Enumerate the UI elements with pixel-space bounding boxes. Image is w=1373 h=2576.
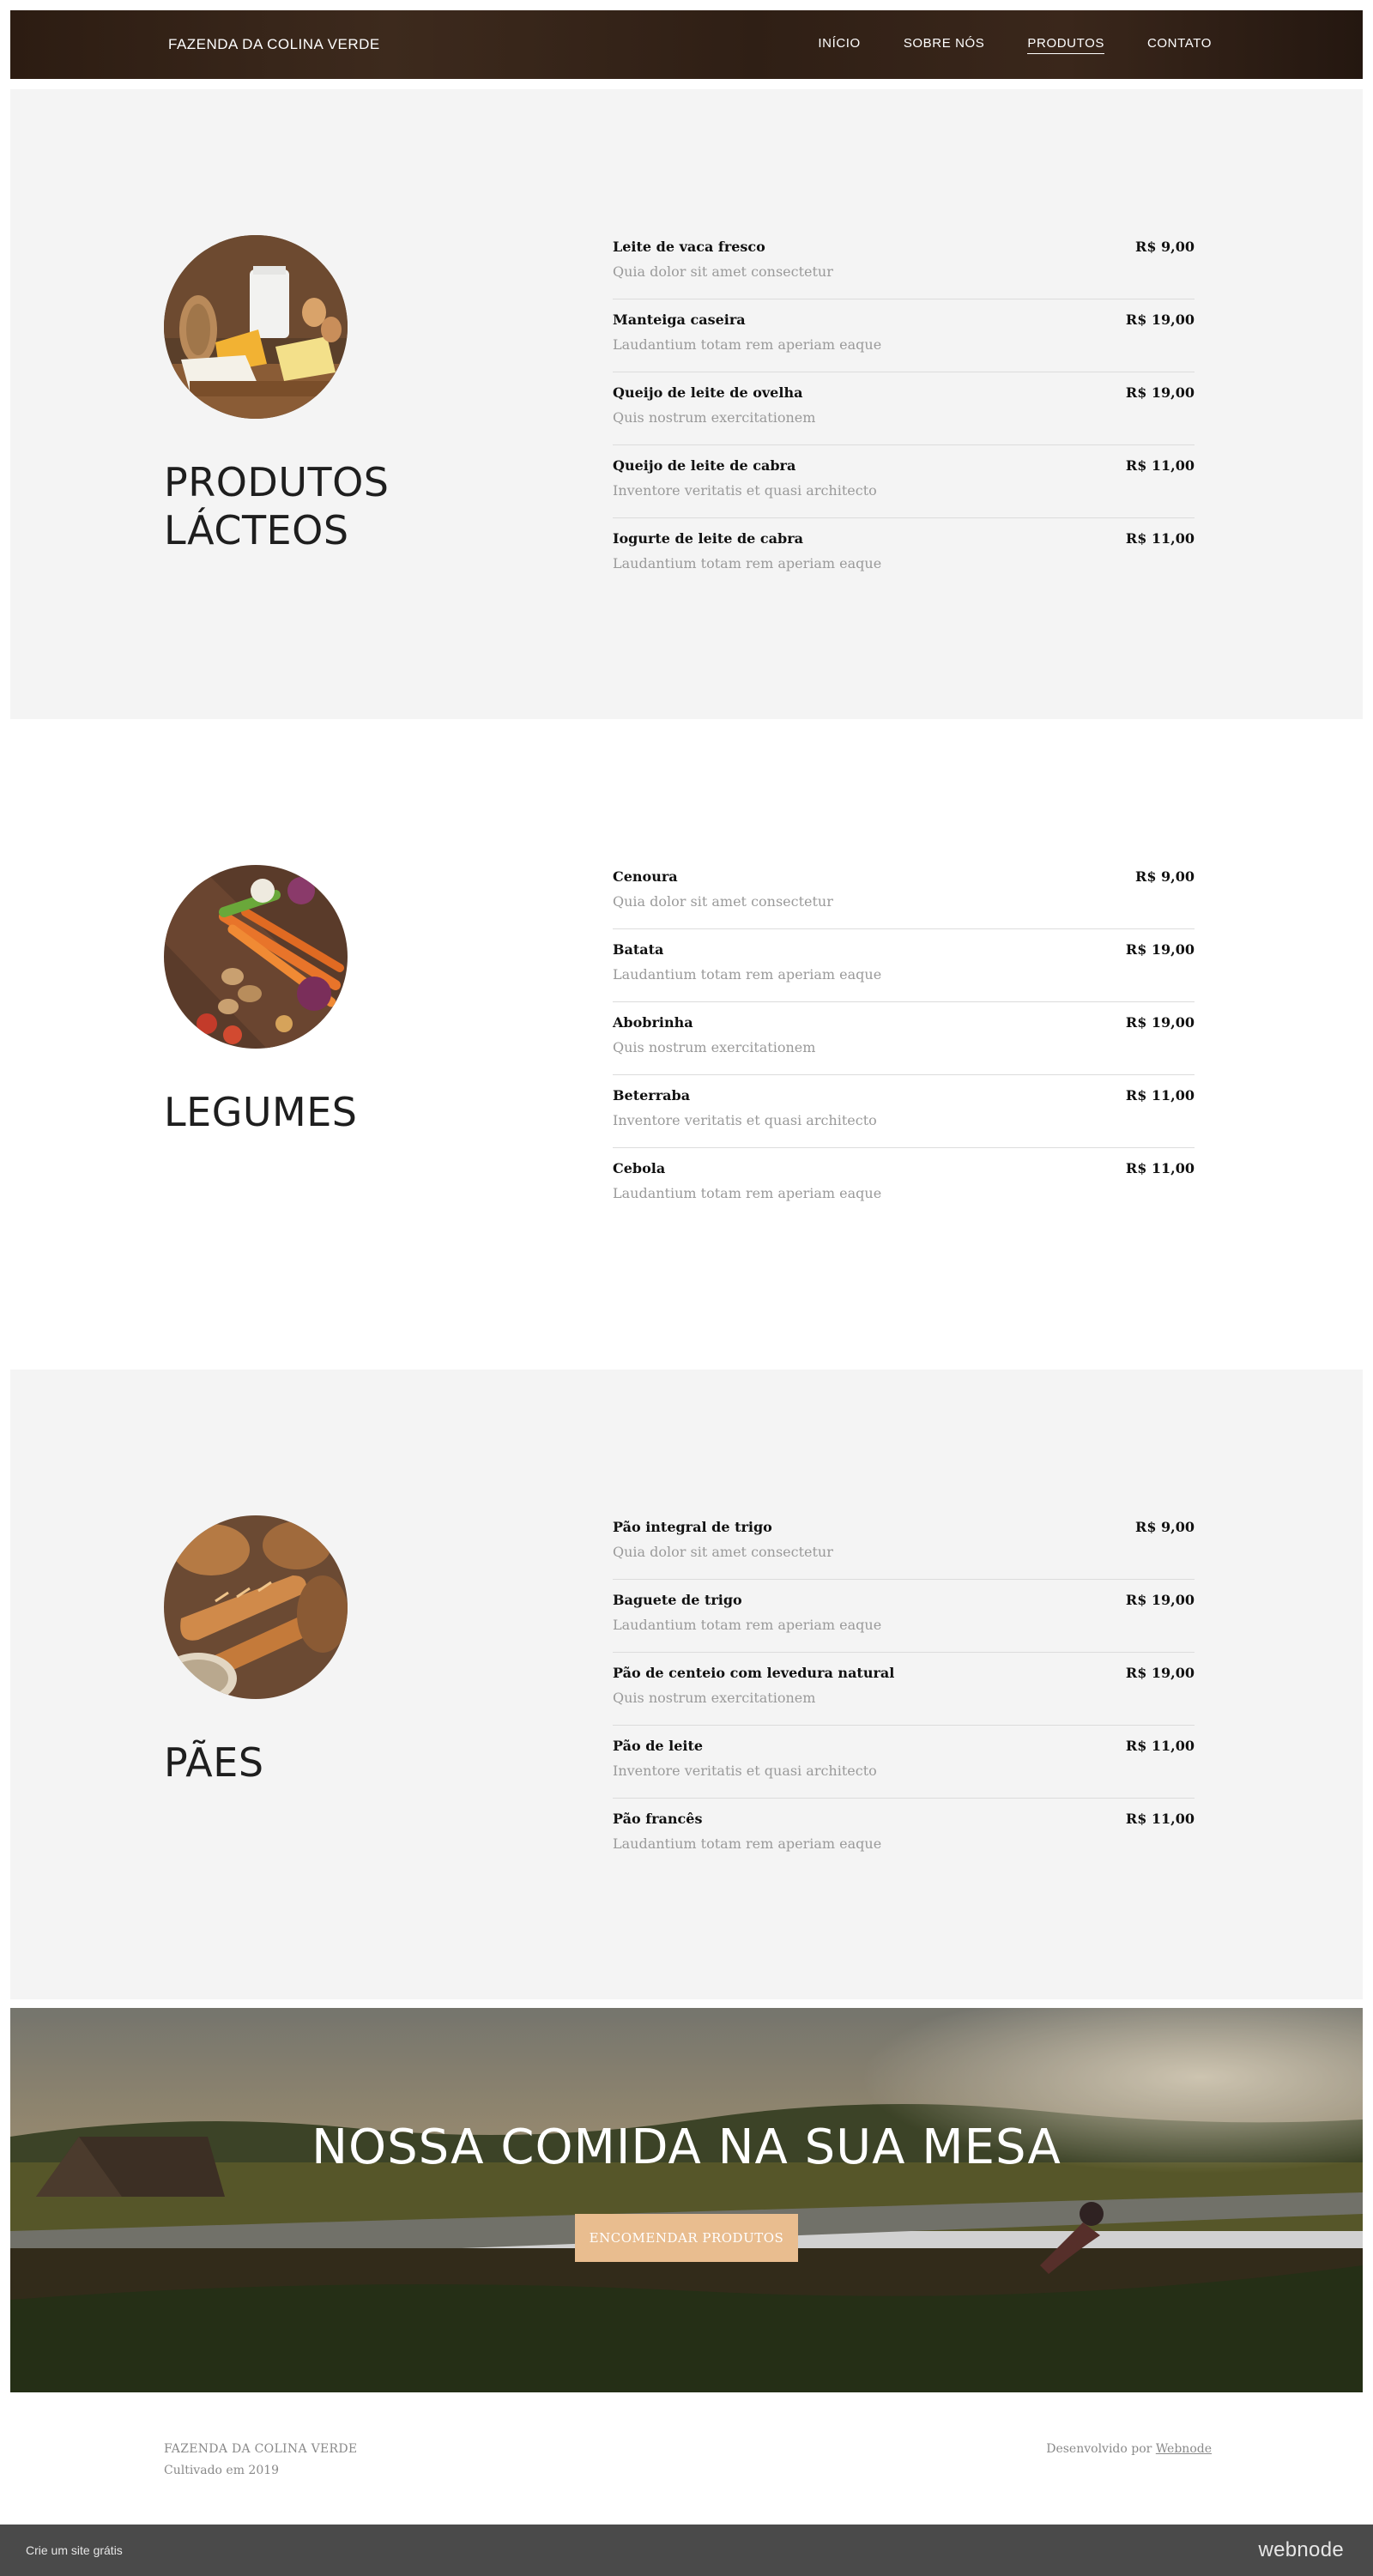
site-footer: FAZENDA DA COLINA VERDE Cultivado em 201… xyxy=(10,2392,1363,2525)
nav-item-contato[interactable]: CONTATO xyxy=(1147,36,1212,54)
item-description: Laudantium totam rem aperiam eaque xyxy=(613,555,882,571)
vegetables-image xyxy=(164,865,348,1049)
item-price: R$ 19,00 xyxy=(1125,311,1195,328)
list-item: Abobrinha R$ 19,00 Quis nostrum exercita… xyxy=(613,1002,1195,1075)
item-description: Quis nostrum exercitationem xyxy=(613,1690,816,1706)
item-name: Abobrinha xyxy=(613,1014,693,1031)
promo-bar: Crie um site grátis webnode xyxy=(0,2525,1373,2576)
order-products-button[interactable]: ENCOMENDAR PRODUTOS xyxy=(575,2214,798,2262)
dairy-image xyxy=(164,235,348,419)
item-name: Cebola xyxy=(613,1160,666,1176)
section-title: LEGUMES xyxy=(164,1089,358,1135)
item-price: R$ 11,00 xyxy=(1125,530,1195,547)
item-name: Baguete de trigo xyxy=(613,1592,742,1608)
item-price: R$ 9,00 xyxy=(1135,239,1195,255)
footer-brand: FAZENDA DA COLINA VERDE xyxy=(164,2442,358,2456)
farm-background-image xyxy=(10,2008,1363,2392)
item-price: R$ 19,00 xyxy=(1125,941,1195,958)
create-site-link[interactable]: Crie um site grátis xyxy=(26,2525,123,2576)
webnode-logo[interactable]: webnode xyxy=(1258,2525,1344,2576)
section-title: PÃES xyxy=(164,1739,264,1786)
item-price: R$ 19,00 xyxy=(1125,384,1195,401)
hero-banner: NOSSA COMIDA NA SUA MESA ENCOMENDAR PROD… xyxy=(10,2008,1363,2392)
webnode-link[interactable]: Webnode xyxy=(1156,2442,1212,2456)
item-price: R$ 11,00 xyxy=(1125,457,1195,474)
item-name: Manteiga caseira xyxy=(613,311,746,328)
section-dairy: PRODUTOS LÁCTEOS Leite de vaca fresco R$… xyxy=(10,89,1363,719)
main-nav: INÍCIO SOBRE NÓS PRODUTOS CONTATO xyxy=(818,10,1212,79)
item-description: Quia dolor sit amet consectetur xyxy=(613,1544,833,1560)
footer-credit: Desenvolvido por Webnode xyxy=(1046,2442,1212,2456)
item-price: R$ 19,00 xyxy=(1125,1665,1195,1681)
list-item: Beterraba R$ 11,00 Inventore veritatis e… xyxy=(613,1075,1195,1148)
list-item: Pão de centeio com levedura natural R$ 1… xyxy=(613,1653,1195,1726)
item-name: Pão de leite xyxy=(613,1738,704,1754)
product-list: Cenoura R$ 9,00 Quia dolor sit amet cons… xyxy=(613,856,1195,1220)
nav-item-sobre-nos[interactable]: SOBRE NÓS xyxy=(904,36,985,54)
list-item: Batata R$ 19,00 Laudantium totam rem ape… xyxy=(613,929,1195,1002)
footer-credit-text: Desenvolvido por xyxy=(1046,2442,1152,2456)
item-description: Quis nostrum exercitationem xyxy=(613,409,816,426)
product-list: Pão integral de trigo R$ 9,00 Quia dolor… xyxy=(613,1507,1195,1871)
item-name: Batata xyxy=(613,941,664,958)
item-name: Pão francês xyxy=(613,1811,703,1827)
list-item: Cebola R$ 11,00 Laudantium totam rem ape… xyxy=(613,1148,1195,1220)
list-item: Pão integral de trigo R$ 9,00 Quia dolor… xyxy=(613,1507,1195,1580)
list-item: Pão francês R$ 11,00 Laudantium totam re… xyxy=(613,1799,1195,1871)
nav-item-produtos[interactable]: PRODUTOS xyxy=(1027,36,1104,54)
item-description: Quia dolor sit amet consectetur xyxy=(613,893,833,910)
item-name: Beterraba xyxy=(613,1087,691,1104)
item-name: Pão integral de trigo xyxy=(613,1519,772,1535)
item-description: Quis nostrum exercitationem xyxy=(613,1039,816,1055)
list-item: Pão de leite R$ 11,00 Inventore veritati… xyxy=(613,1726,1195,1799)
item-price: R$ 9,00 xyxy=(1135,868,1195,885)
nav-item-inicio[interactable]: INÍCIO xyxy=(818,36,860,54)
item-description: Inventore veritatis et quasi architecto xyxy=(613,1763,877,1779)
banner-title: NOSSA COMIDA NA SUA MESA xyxy=(311,2119,1062,2175)
item-description: Quia dolor sit amet consectetur xyxy=(613,263,833,280)
item-price: R$ 11,00 xyxy=(1125,1087,1195,1104)
bread-image xyxy=(164,1515,348,1699)
item-name: Queijo de leite de ovelha xyxy=(613,384,803,401)
item-description: Inventore veritatis et quasi architecto xyxy=(613,1112,877,1128)
product-list: Leite de vaca fresco R$ 9,00 Quia dolor … xyxy=(613,227,1195,590)
item-description: Laudantium totam rem aperiam eaque xyxy=(613,336,882,353)
item-description: Laudantium totam rem aperiam eaque xyxy=(613,1835,882,1852)
site-brand[interactable]: FAZENDA DA COLINA VERDE xyxy=(168,10,380,79)
list-item: Iogurte de leite de cabra R$ 11,00 Lauda… xyxy=(613,518,1195,590)
item-price: R$ 19,00 xyxy=(1125,1592,1195,1608)
list-item: Baguete de trigo R$ 19,00 Laudantium tot… xyxy=(613,1580,1195,1653)
item-description: Laudantium totam rem aperiam eaque xyxy=(613,1185,882,1201)
item-description: Inventore veritatis et quasi architecto xyxy=(613,482,877,499)
list-item: Cenoura R$ 9,00 Quia dolor sit amet cons… xyxy=(613,856,1195,929)
item-price: R$ 19,00 xyxy=(1125,1014,1195,1031)
item-name: Leite de vaca fresco xyxy=(613,239,765,255)
footer-subtitle: Cultivado em 2019 xyxy=(164,2464,280,2477)
list-item: Leite de vaca fresco R$ 9,00 Quia dolor … xyxy=(613,227,1195,299)
item-price: R$ 11,00 xyxy=(1125,1811,1195,1827)
item-description: Laudantium totam rem aperiam eaque xyxy=(613,966,882,983)
item-description: Laudantium totam rem aperiam eaque xyxy=(613,1617,882,1633)
item-name: Queijo de leite de cabra xyxy=(613,457,796,474)
item-price: R$ 9,00 xyxy=(1135,1519,1195,1535)
list-item: Manteiga caseira R$ 19,00 Laudantium tot… xyxy=(613,299,1195,372)
section-title: PRODUTOS LÁCTEOS xyxy=(164,459,390,553)
item-price: R$ 11,00 xyxy=(1125,1738,1195,1754)
list-item: Queijo de leite de ovelha R$ 19,00 Quis … xyxy=(613,372,1195,445)
section-vegetables: LEGUMES Cenoura R$ 9,00 Quia dolor sit a… xyxy=(10,719,1363,1349)
item-price: R$ 11,00 xyxy=(1125,1160,1195,1176)
site-header: FAZENDA DA COLINA VERDE INÍCIO SOBRE NÓS… xyxy=(10,10,1363,79)
item-name: Cenoura xyxy=(613,868,678,885)
item-name: Pão de centeio com levedura natural xyxy=(613,1665,895,1681)
list-item: Queijo de leite de cabra R$ 11,00 Invent… xyxy=(613,445,1195,518)
item-name: Iogurte de leite de cabra xyxy=(613,530,803,547)
section-bread: PÃES Pão integral de trigo R$ 9,00 Quia … xyxy=(10,1370,1363,1999)
